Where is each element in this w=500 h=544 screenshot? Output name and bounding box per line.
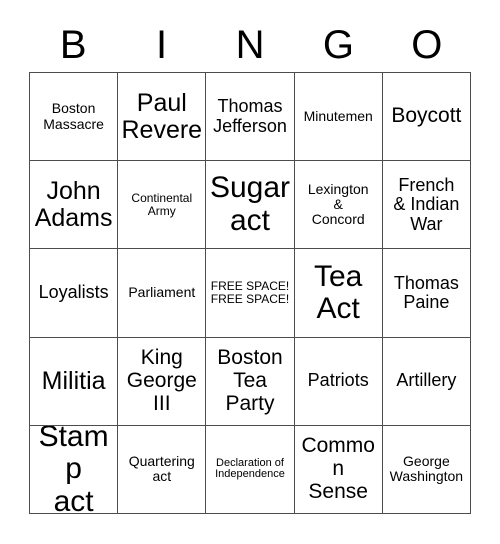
bingo-cell-label: Thomas Jefferson <box>213 96 287 136</box>
bingo-cell-label: George Washington <box>389 453 464 485</box>
bingo-cell[interactable]: Continental Army <box>118 161 207 250</box>
bingo-cell[interactable]: Loyalists <box>30 249 119 338</box>
bingo-cell-label: Thomas Paine <box>393 272 459 312</box>
bingo-cell-label: Continental Army <box>131 190 193 218</box>
bingo-cell[interactable]: Minutemen <box>294 73 383 162</box>
bingo-cell[interactable]: Boycott <box>382 73 471 162</box>
bingo-cell-free-space[interactable]: FREE SPACE! FREE SPACE! <box>206 249 295 338</box>
bingo-cell[interactable]: Paul Revere <box>118 73 207 162</box>
bingo-cell-label: Artillery <box>396 370 457 391</box>
bingo-cell[interactable]: Artillery <box>382 337 471 426</box>
bingo-cell-label: Declaration of Independence <box>215 456 285 481</box>
header-letter-i: I <box>156 23 168 67</box>
bingo-cell-label: Minutemen <box>303 108 373 125</box>
bingo-cell-label: Sugar act <box>209 171 291 237</box>
bingo-header-row: B I N G O <box>29 18 471 72</box>
header-letter-n: N <box>235 23 265 67</box>
bingo-cell-label: Boycott <box>391 104 462 128</box>
bingo-cell-label: Militia <box>41 366 106 395</box>
bingo-cell[interactable]: Sugar act <box>206 161 295 250</box>
bingo-cell-label: Paul Revere <box>121 88 203 144</box>
bingo-cell[interactable]: George Washington <box>382 425 471 514</box>
bingo-cell-label: Quartering act <box>128 453 195 485</box>
bingo-cell[interactable]: Quartering act <box>118 425 207 514</box>
bingo-cell-label: Lexington & Concord <box>307 181 369 228</box>
bingo-cell[interactable]: Patriots <box>294 337 383 426</box>
bingo-cell[interactable]: King George III <box>118 337 207 426</box>
bingo-cell[interactable]: Boston Massacre <box>30 73 119 162</box>
bingo-cell-label: French & Indian War <box>393 174 460 234</box>
bingo-cell-label: Loyalists <box>38 282 109 303</box>
bingo-cell-label: Boston Massacre <box>43 100 104 132</box>
bingo-cell[interactable]: French & Indian War <box>382 161 471 250</box>
bingo-cell-label: Boston Tea Party <box>217 346 283 415</box>
bingo-cell[interactable]: John Adams <box>30 161 119 250</box>
bingo-cell[interactable]: Thomas Jefferson <box>206 73 295 162</box>
bingo-cell-label: John Adams <box>34 176 113 232</box>
bingo-cell-label: Tea Act <box>314 259 363 325</box>
bingo-cell[interactable]: Lexington & Concord <box>294 161 383 250</box>
header-letter-g: G <box>322 23 354 67</box>
bingo-card: B I N G O Boston Massacre Paul Revere Thom… <box>0 0 500 544</box>
bingo-cell-label: FREE SPACE! FREE SPACE! <box>210 279 290 306</box>
header-letter-o: O <box>411 23 443 67</box>
bingo-cell-label: King George III <box>126 346 197 415</box>
header-letter-b: B <box>59 23 87 67</box>
bingo-cell-label: Common Sense <box>301 434 375 503</box>
bingo-cell[interactable]: Militia <box>30 337 119 426</box>
bingo-grid: Boston Massacre Paul Revere Thomas Jeffers… <box>29 72 471 514</box>
bingo-cell[interactable]: Tea Act <box>294 249 383 338</box>
bingo-cell-label: Parliament <box>128 284 196 301</box>
bingo-cell[interactable]: Boston Tea Party <box>206 337 295 426</box>
bingo-cell[interactable]: Common Sense <box>294 425 383 514</box>
bingo-cell[interactable]: Stamp act <box>30 425 119 514</box>
bingo-cell-label: Patriots <box>307 370 369 391</box>
bingo-cell[interactable]: Parliament <box>118 249 207 338</box>
bingo-cell-label: Stamp act <box>38 425 109 514</box>
bingo-cell[interactable]: Thomas Paine <box>382 249 471 338</box>
bingo-cell[interactable]: Declaration of Independence <box>206 425 295 514</box>
